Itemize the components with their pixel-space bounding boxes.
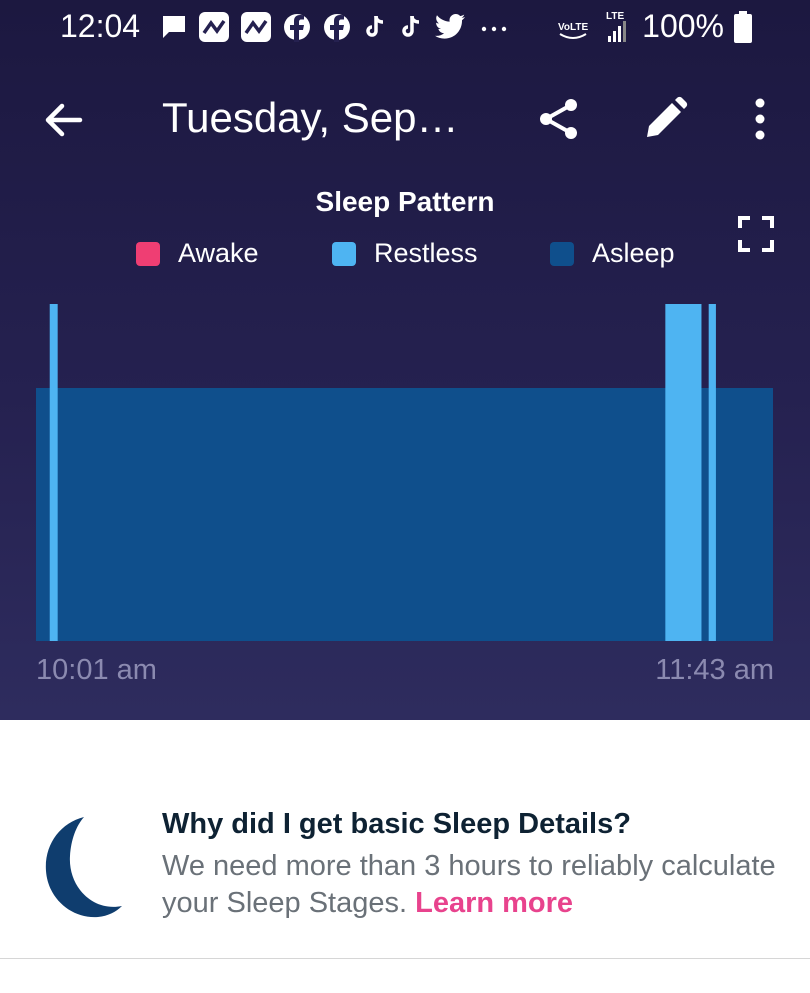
network-type: LTE xyxy=(606,11,624,22)
legend-swatch-awake xyxy=(136,241,160,266)
sleep-segment-restless xyxy=(49,304,58,641)
share-icon[interactable] xyxy=(536,96,582,142)
legend-item-asleep: Asleep xyxy=(550,238,675,269)
chart-title: Sleep Pattern xyxy=(315,186,495,217)
status-time: 12:04 xyxy=(60,8,141,44)
notification-icons xyxy=(160,10,512,44)
info-body: We need more than 3 hours to reliably ca… xyxy=(162,848,782,922)
chart-legend: Awake Restless Asleep xyxy=(0,238,810,278)
sleep-segment-restless xyxy=(665,304,702,641)
volte-icon: VoLTE xyxy=(558,22,589,39)
system-status: VoLTE LTE 100% xyxy=(556,8,752,45)
facebook-icon xyxy=(284,14,310,42)
legend-swatch-restless xyxy=(332,241,356,266)
svg-text:VoLTE: VoLTE xyxy=(558,22,589,33)
x-axis-end-label: 11:43 am xyxy=(655,654,774,686)
battery-percentage: 100% xyxy=(642,8,724,44)
divider xyxy=(0,958,810,959)
info-heading: Why did I get basic Sleep Details? xyxy=(162,808,631,840)
fullscreen-icon[interactable] xyxy=(738,216,774,252)
more-notifications-icon xyxy=(481,26,507,32)
sleep-pattern-chart xyxy=(36,304,773,641)
legend-swatch-asleep xyxy=(550,241,574,266)
tiktok-icon xyxy=(366,15,384,37)
message-icon xyxy=(163,16,185,38)
legend-item-awake: Awake xyxy=(136,238,259,269)
signal-icon: LTE xyxy=(606,11,627,42)
x-axis-start-label: 10:01 am xyxy=(36,654,157,686)
sleep-segment-asleep xyxy=(36,388,773,641)
page-title: Tuesday, Sep… xyxy=(162,94,459,141)
twitter-icon xyxy=(434,14,465,39)
moon-icon xyxy=(45,817,122,918)
legend-label-awake: Awake xyxy=(178,238,259,268)
status-bar: 12:04 VoLTE LTE 100% xyxy=(0,0,810,56)
battery-icon xyxy=(734,10,752,43)
legend-item-restless: Restless xyxy=(332,238,478,269)
app-bar: Tuesday, Sep… xyxy=(0,80,810,160)
legend-label-asleep: Asleep xyxy=(592,238,675,268)
basic-sleep-info: Why did I get basic Sleep Details? We ne… xyxy=(0,720,810,960)
legend-label-restless: Restless xyxy=(374,238,478,268)
learn-more-link[interactable]: Learn more xyxy=(415,887,573,919)
sleep-header-panel: 12:04 VoLTE LTE 100% Tuesday, Sep… Sleep… xyxy=(0,0,810,720)
more-vertical-icon[interactable] xyxy=(742,96,778,142)
stocks-app-icon xyxy=(199,12,229,42)
arrow-back-icon[interactable] xyxy=(40,98,84,142)
sleep-segment-restless xyxy=(708,304,716,641)
pencil-icon[interactable] xyxy=(642,96,688,142)
tiktok-icon xyxy=(402,15,420,37)
stocks-app-icon xyxy=(241,12,271,42)
facebook-icon xyxy=(324,14,350,42)
